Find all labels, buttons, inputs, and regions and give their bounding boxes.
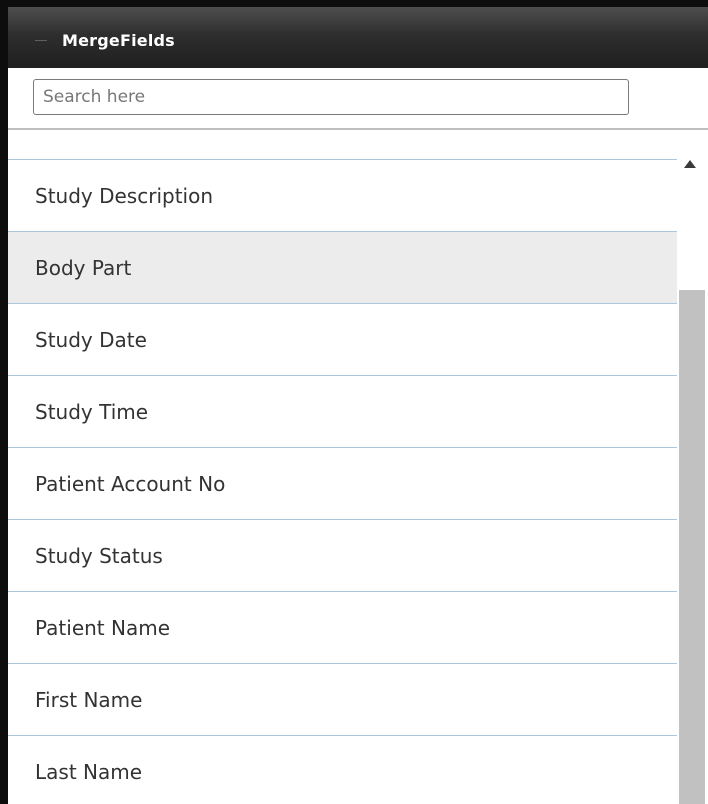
list-item-label: Study Status bbox=[35, 543, 163, 568]
scrollbar-thumb[interactable] bbox=[679, 290, 705, 804]
list-item-label: Study Description bbox=[35, 183, 214, 208]
merge-field-list-container: Study Description Body Part Study Date S… bbox=[8, 130, 708, 804]
search-bar bbox=[8, 68, 708, 130]
list-item[interactable]: Last Name bbox=[8, 735, 677, 804]
list-item[interactable]: Body Part bbox=[8, 231, 677, 303]
list-item-label: Patient Name bbox=[35, 615, 170, 640]
list-item[interactable]: Study Time bbox=[8, 375, 677, 447]
scroll-up-arrow-icon[interactable] bbox=[684, 160, 696, 168]
list-item[interactable]: Study Description bbox=[8, 159, 677, 231]
panel-header: MergeFields bbox=[8, 7, 708, 68]
list-item-label: Study Date bbox=[35, 327, 147, 352]
list-item-label: First Name bbox=[35, 687, 143, 712]
list-item[interactable]: Study Status bbox=[8, 519, 677, 591]
list-item[interactable]: First Name bbox=[8, 663, 677, 735]
search-input[interactable] bbox=[33, 79, 629, 115]
minus-icon[interactable] bbox=[35, 40, 47, 41]
list-item[interactable]: Patient Account No bbox=[8, 447, 677, 519]
vertical-scrollbar[interactable] bbox=[677, 130, 708, 804]
list-item[interactable]: Patient Name bbox=[8, 591, 677, 663]
list-item[interactable]: Study Date bbox=[8, 303, 677, 375]
merge-fields-panel: MergeFields Study Description Body Part … bbox=[0, 0, 708, 804]
list-item-label: Patient Account No bbox=[35, 471, 226, 496]
merge-field-list: Study Description Body Part Study Date S… bbox=[8, 159, 677, 804]
list-item-label: Study Time bbox=[35, 399, 149, 424]
list-item-label: Body Part bbox=[35, 255, 132, 280]
list-item-label: Last Name bbox=[35, 759, 143, 784]
panel-title: MergeFields bbox=[62, 31, 175, 50]
